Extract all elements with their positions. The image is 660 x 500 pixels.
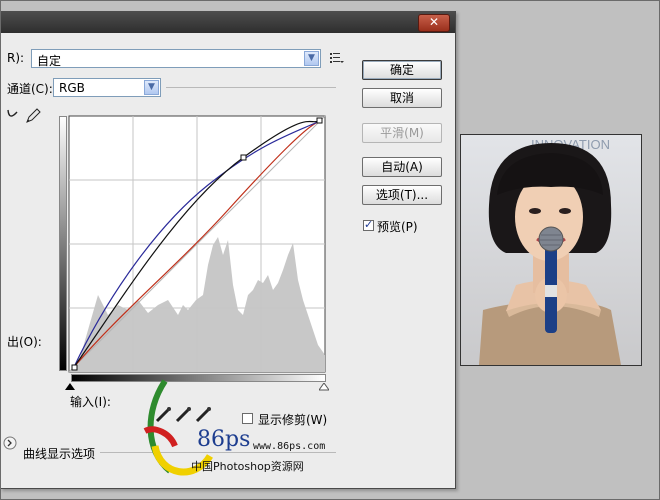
- expand-icon[interactable]: [3, 435, 19, 451]
- curves-graph[interactable]: [68, 115, 328, 375]
- chevron-down-icon: ▼: [304, 51, 319, 66]
- options-button[interactable]: 选项(T)...: [362, 185, 442, 205]
- curves-dialog: ✕ R): 自定 ▼ 通道(C): RGB ▼ 出(O): 输入(I): 显示修…: [0, 11, 456, 489]
- smooth-button[interactable]: 平滑(M): [362, 123, 442, 143]
- curve-tools: [7, 108, 41, 123]
- channel-value: RGB: [59, 81, 85, 95]
- preview-photo: INNOVATION: [460, 134, 642, 366]
- watermark-url: www.86ps.com: [253, 441, 326, 452]
- preset-options-icon[interactable]: [330, 52, 344, 64]
- preview-label: 预览(P): [377, 220, 418, 234]
- chevron-down-icon: ▼: [144, 80, 159, 95]
- input-label: 输入(I):: [70, 395, 111, 409]
- preset-select[interactable]: 自定 ▼: [31, 49, 321, 68]
- black-point-handle[interactable]: [71, 364, 78, 371]
- channel-divider: [166, 87, 336, 88]
- cancel-button[interactable]: 取消: [362, 88, 442, 108]
- photo-illustration: INNOVATION: [461, 135, 641, 365]
- preview-checkbox[interactable]: [363, 218, 374, 231]
- ok-button[interactable]: 确定: [362, 60, 442, 80]
- preset-label: R):: [7, 51, 25, 65]
- channel-select[interactable]: RGB ▼: [53, 78, 161, 97]
- point-curve-tool-icon[interactable]: [7, 109, 18, 117]
- watermark-site-name: 中国Photoshop资源网: [191, 460, 304, 473]
- preset-value: 自定: [37, 54, 62, 68]
- watermark-brand: 86ps: [197, 427, 251, 452]
- watermark: 86ps www.86ps.com 中国Photoshop资源网: [125, 371, 335, 486]
- black-input-slider-icon[interactable]: [65, 383, 75, 391]
- pencil-icon[interactable]: [26, 108, 41, 123]
- close-button[interactable]: ✕: [418, 14, 450, 32]
- output-label: 出(O):: [7, 335, 42, 349]
- curve-control-point[interactable]: [240, 154, 247, 161]
- auto-button[interactable]: 自动(A): [362, 157, 442, 177]
- output-gradient-bar: [59, 116, 67, 371]
- close-icon: ✕: [428, 15, 440, 29]
- curve-display-options-label: 曲线显示选项: [23, 447, 96, 461]
- title-bar: ✕: [0, 11, 455, 33]
- channel-label: 通道(C):: [7, 82, 53, 96]
- white-point-handle[interactable]: [316, 117, 323, 124]
